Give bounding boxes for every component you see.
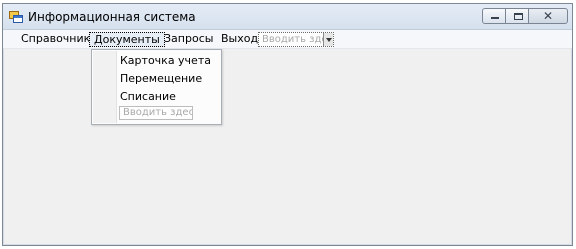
close-button[interactable]: ✕ [528,8,568,24]
menu-item-zaprosy[interactable]: Запросы [160,32,217,47]
chevron-down-icon[interactable] [323,33,333,46]
dropdown-type-here-field[interactable]: Вводить здесь [119,106,193,120]
window-controls: ✕ [482,8,568,25]
dropdown-item-spisanie[interactable]: Списание [120,89,176,104]
minimize-button[interactable] [482,8,506,24]
app-form-icon [9,11,23,23]
documents-dropdown-menu: Карточка учета Перемещение Списание Ввод… [91,49,222,125]
menubar-type-here-field[interactable]: Вводить здесь [258,32,334,47]
main-window: Информационная система ✕ Справочники Док… [2,3,573,246]
menu-bar: Справочники Документы Запросы Выход Ввод… [3,30,572,49]
close-icon: ✕ [543,9,554,23]
dropdown-item-peremeshchenie[interactable]: Перемещение [120,71,202,86]
menu-item-vykhod[interactable]: Выход [217,32,262,47]
minimize-icon [491,17,499,19]
window-title: Информационная система [28,10,196,24]
title-bar[interactable]: Информационная система ✕ [3,4,572,30]
maximize-button[interactable] [505,8,529,24]
dropdown-icon-gutter [93,51,117,123]
dropdown-item-kartochka-ucheta[interactable]: Карточка учета [120,53,211,68]
maximize-icon [514,13,523,20]
menu-item-dokumenty[interactable]: Документы [89,32,165,47]
